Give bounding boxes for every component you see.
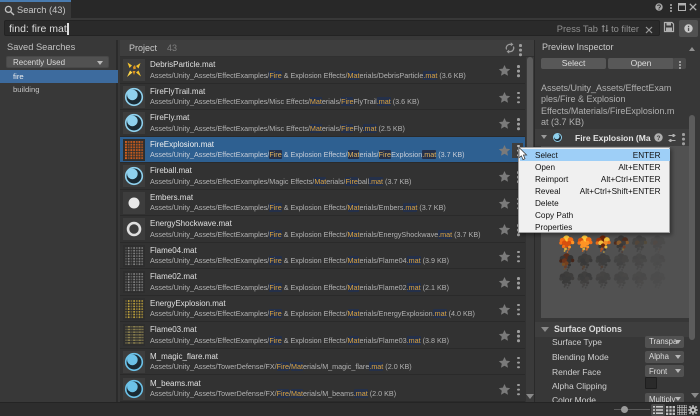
svg-text:?: ? [657, 135, 661, 142]
